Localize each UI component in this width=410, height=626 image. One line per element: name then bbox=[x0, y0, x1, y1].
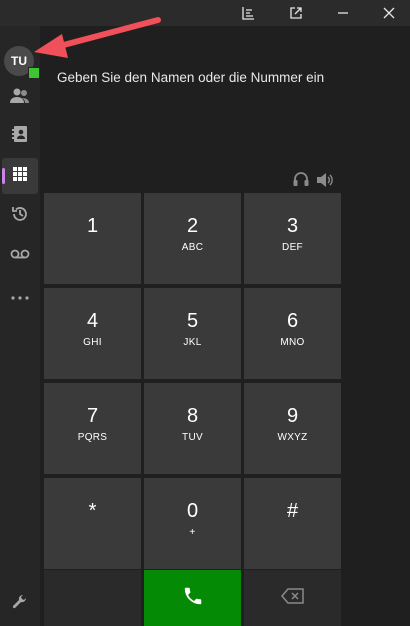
dialpad-icon bbox=[12, 166, 28, 187]
key-hash[interactable]: # bbox=[244, 478, 341, 569]
sidebar-item-dialpad[interactable] bbox=[2, 158, 38, 194]
more-icon bbox=[11, 287, 29, 305]
avatar-initials: TU bbox=[11, 54, 27, 68]
sidebar-item-voicemail[interactable] bbox=[0, 238, 40, 274]
key-digit: 0 bbox=[186, 500, 199, 522]
key-digit: * bbox=[88, 500, 97, 522]
wrench-icon bbox=[12, 594, 28, 615]
chart-icon[interactable] bbox=[233, 0, 263, 26]
key-6[interactable]: 6 MNO bbox=[244, 288, 341, 379]
address-book-icon bbox=[12, 125, 28, 148]
popout-icon[interactable] bbox=[281, 0, 311, 26]
key-1[interactable]: 1 bbox=[44, 193, 141, 284]
key-digit: 4 bbox=[86, 310, 99, 332]
speaker-icon[interactable] bbox=[315, 170, 335, 190]
key-4[interactable]: 4 GHI bbox=[44, 288, 141, 379]
dial-input[interactable]: Geben Sie den Namen oder die Nummer ein bbox=[57, 70, 324, 85]
key-letters: MNO bbox=[280, 337, 305, 348]
key-8[interactable]: 8 TUV bbox=[144, 383, 241, 474]
key-letters: GHI bbox=[83, 337, 102, 348]
key-digit: 5 bbox=[186, 310, 199, 332]
key-letters: DEF bbox=[282, 242, 303, 253]
history-icon bbox=[11, 205, 29, 228]
active-nav-indicator bbox=[2, 168, 5, 184]
sidebar-item-more[interactable] bbox=[0, 278, 40, 314]
key-digit: 8 bbox=[186, 405, 199, 427]
key-digit: # bbox=[286, 500, 299, 522]
presence-status-indicator bbox=[28, 67, 40, 79]
phone-icon bbox=[182, 585, 204, 612]
sidebar-item-address-book[interactable] bbox=[0, 118, 40, 154]
voicemail-icon bbox=[10, 247, 30, 265]
key-letters: WXYZ bbox=[277, 432, 308, 443]
backspace-button[interactable] bbox=[244, 570, 341, 626]
backspace-icon bbox=[280, 587, 305, 609]
key-digit: 7 bbox=[86, 405, 99, 427]
minimize-icon[interactable] bbox=[328, 0, 358, 26]
key-9[interactable]: 9 WXYZ bbox=[244, 383, 341, 474]
key-letters: JKL bbox=[183, 337, 202, 348]
headset-icon[interactable] bbox=[291, 170, 311, 190]
key-3[interactable]: 3 DEF bbox=[244, 193, 341, 284]
key-5[interactable]: 5 JKL bbox=[144, 288, 241, 379]
key-2[interactable]: 2 ABC bbox=[144, 193, 241, 284]
key-letters: + bbox=[189, 527, 196, 538]
key-digit: 1 bbox=[86, 215, 99, 237]
sidebar-item-contacts[interactable] bbox=[0, 80, 40, 116]
key-digit: 3 bbox=[286, 215, 299, 237]
key-star[interactable]: * bbox=[44, 478, 141, 569]
close-icon[interactable] bbox=[374, 0, 404, 26]
key-digit: 9 bbox=[286, 405, 299, 427]
sidebar bbox=[0, 26, 40, 626]
settings-button[interactable] bbox=[0, 586, 40, 622]
key-0[interactable]: 0 + bbox=[144, 478, 241, 569]
key-letters: PQRS bbox=[77, 432, 108, 443]
key-digit: 2 bbox=[186, 215, 199, 237]
call-button[interactable] bbox=[144, 570, 241, 626]
key-digit: 6 bbox=[286, 310, 299, 332]
empty-bottom-cell bbox=[44, 570, 141, 626]
key-letters: TUV bbox=[182, 432, 203, 443]
sidebar-item-history[interactable] bbox=[0, 198, 40, 234]
key-letters: ABC bbox=[181, 242, 204, 253]
title-bar bbox=[0, 0, 410, 26]
key-7[interactable]: 7 PQRS bbox=[44, 383, 141, 474]
contacts-icon bbox=[10, 87, 30, 110]
